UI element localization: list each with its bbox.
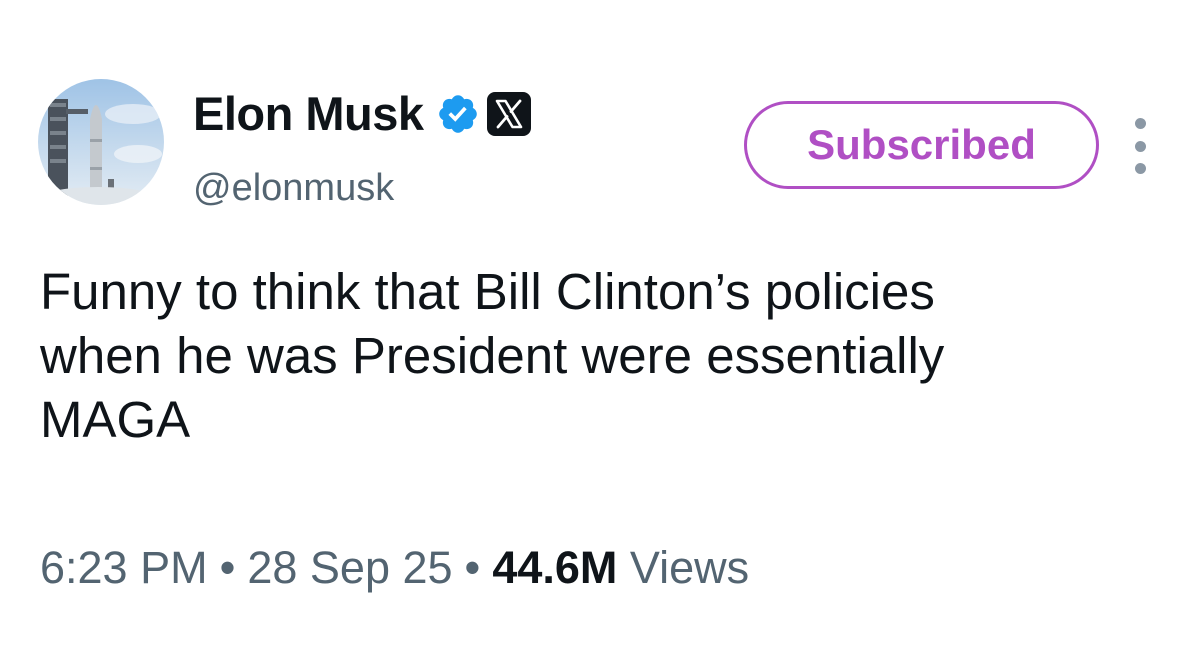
more-vertical-icon (1134, 118, 1146, 129)
tweet-date[interactable]: 28 Sep 25 (247, 542, 452, 593)
subscribed-button[interactable]: Subscribed (744, 101, 1099, 189)
avatar[interactable] (38, 79, 164, 205)
tweet-text: Funny to think that Bill Clinton’s polic… (40, 263, 945, 448)
more-vertical-icon-dot (1134, 163, 1146, 174)
author-name-row: Elon Musk (193, 84, 532, 144)
author-handle[interactable]: @elonmusk (193, 164, 394, 212)
verified-check-icon[interactable] (436, 92, 480, 136)
more-options-button[interactable] (1122, 118, 1158, 174)
tweet-card: Elon Musk @elonmusk Subscribed Funny to … (0, 0, 1199, 668)
meta-separator: • (219, 542, 236, 593)
tweet-time[interactable]: 6:23 PM (40, 542, 208, 593)
avatar-image (38, 79, 164, 205)
views-label[interactable]: Views (630, 542, 749, 593)
x-logo-icon[interactable] (486, 91, 532, 137)
meta-separator: • (464, 542, 481, 593)
tweet-meta: 6:23 PM • 28 Sep 25 • 44.6M Views (40, 538, 749, 598)
more-vertical-icon-dot (1134, 140, 1146, 152)
author-display-name[interactable]: Elon Musk (193, 84, 424, 144)
views-count[interactable]: 44.6M (492, 542, 617, 593)
